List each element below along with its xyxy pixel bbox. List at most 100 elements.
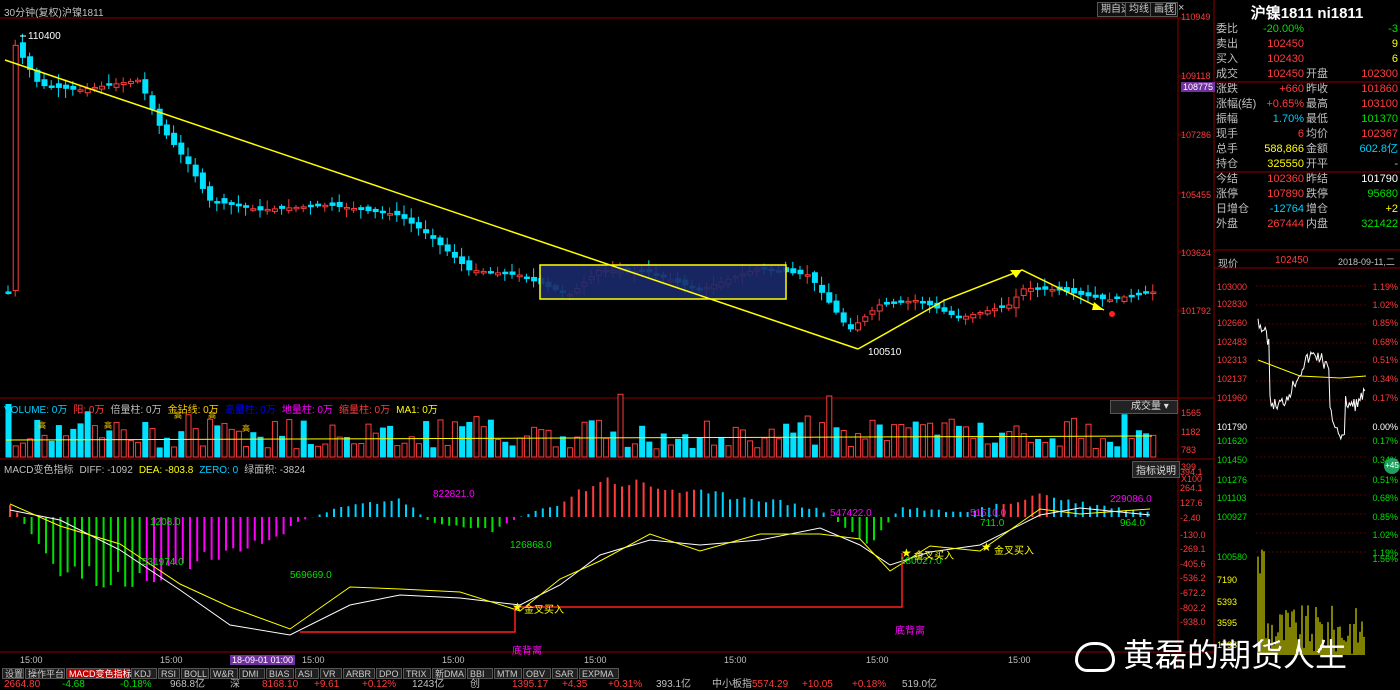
- macd-axis-label: -536.2: [1180, 573, 1206, 583]
- quote-value-2: 102300: [1361, 68, 1398, 80]
- price-axis-label: 101792: [1181, 306, 1212, 316]
- quote-value: 102430: [1267, 53, 1304, 65]
- tab-16[interactable]: MTM: [494, 668, 522, 679]
- tab-8[interactable]: BIAS: [266, 668, 294, 679]
- status-item: +0.12%: [362, 679, 397, 690]
- price-now-value: 102450: [1275, 255, 1309, 266]
- quote-row: 涨跌 +660 昨收 101860: [1216, 82, 1400, 97]
- status-item: 2664.80: [4, 679, 41, 690]
- quote-row: 振幅 1.70% 最低 101370: [1216, 112, 1400, 127]
- ma-button[interactable]: 均线: [1125, 2, 1153, 17]
- volume-bar: [991, 442, 998, 458]
- candle-body: [127, 80, 134, 85]
- quote-label-2: 增仓: [1306, 203, 1328, 215]
- mini-axis-left: 7190: [1217, 575, 1238, 585]
- quote-value-2: 95680: [1367, 188, 1398, 200]
- tab-18[interactable]: SAR: [552, 668, 578, 679]
- volume-bar: [1092, 448, 1099, 458]
- candle-body: [279, 205, 286, 209]
- mini-axis-right: 0.51%: [1372, 475, 1398, 485]
- tab-17[interactable]: OBV: [523, 668, 551, 679]
- candle-body: [1078, 290, 1085, 295]
- quote-label-2: 昨收: [1306, 83, 1328, 95]
- candle-body: [243, 205, 250, 208]
- mini-axis-left: 102483: [1217, 337, 1248, 347]
- indicator-help-button[interactable]: 指标说明: [1132, 461, 1180, 478]
- macd-panel-title: MACD变色指标 DIFF: -1092 DEA: -803.8 ZERO: 0 绿面积…: [4, 461, 311, 476]
- mini-axis-right: 0.17%: [1372, 436, 1398, 446]
- volume-dropdown[interactable]: 成交量 ▾: [1110, 400, 1178, 414]
- tab-1[interactable]: 操作平台: [25, 668, 65, 679]
- candle-body: [444, 244, 451, 252]
- volume-bar: [48, 440, 55, 458]
- tab-2[interactable]: MACD变色指标: [66, 668, 132, 679]
- tab-14[interactable]: 新DMA: [432, 668, 466, 679]
- volume-bar: [1013, 425, 1020, 458]
- tab-3[interactable]: KDJ: [131, 668, 157, 679]
- tab-6[interactable]: W&R: [210, 668, 238, 679]
- volume-bar: [84, 411, 91, 458]
- tab-9[interactable]: ASI: [295, 668, 319, 679]
- time-axis-label: 15:00: [866, 655, 889, 665]
- status-item: +10.05: [802, 679, 833, 690]
- volume-bar: [286, 419, 293, 458]
- floating-badge[interactable]: +45: [1384, 458, 1400, 474]
- macd-legend-item: MACD变色指标: [4, 465, 74, 476]
- high-price-label: 110400: [28, 31, 61, 42]
- tab-12[interactable]: DPO: [376, 668, 402, 679]
- tab-0[interactable]: 设置: [2, 668, 24, 679]
- quote-value: 1.70%: [1272, 113, 1304, 125]
- quote-row: 买入 102430 6: [1216, 52, 1400, 67]
- macd-annotation: 1208.0: [150, 517, 181, 528]
- volume-panel-title: VOLUME: 0万 阳: 0万 倍量柱: 0万 金钻线: 0万 高量柱: 0万 地量柱:…: [4, 401, 444, 416]
- tab-4[interactable]: RSI: [158, 668, 180, 679]
- macd-annotation: 822821.0: [433, 489, 475, 500]
- quote-value: +0.65%: [1266, 98, 1304, 110]
- tab-5[interactable]: BOLL: [181, 668, 209, 679]
- tab-19[interactable]: EXPMA: [579, 668, 619, 679]
- volume-bar: [811, 444, 818, 458]
- volume-bar: [387, 425, 394, 458]
- candle-body: [77, 89, 84, 92]
- volume-bar: [77, 423, 84, 458]
- volume-bar: [70, 428, 77, 458]
- volume-bar: [977, 422, 984, 458]
- macd-axis-label: -672.2: [1180, 588, 1206, 598]
- volume-bar: [617, 393, 624, 458]
- mini-axis-right: 0.51%: [1372, 355, 1398, 365]
- volume-bar: [358, 443, 365, 458]
- macd-axis-label: -269.1: [1180, 544, 1206, 554]
- candle-body: [898, 300, 905, 303]
- volume-bar: [423, 421, 430, 458]
- candle-body: [963, 315, 970, 320]
- tab-13[interactable]: TRIX: [403, 668, 431, 679]
- volume-bar: [430, 447, 437, 458]
- tab-7[interactable]: DMI: [239, 668, 265, 679]
- signal-dot: [1109, 311, 1115, 317]
- volume-high-marker: 高: [208, 411, 216, 420]
- quote-value: 588,866: [1264, 143, 1304, 155]
- candle-body: [307, 204, 314, 208]
- macd-annotation: 229086.0: [1110, 494, 1152, 505]
- volume-bar: [401, 442, 408, 458]
- mini-axis-left: 100927: [1217, 512, 1248, 522]
- candle-body: [948, 310, 955, 315]
- volume-bar: [552, 446, 559, 458]
- tab-15[interactable]: BBI: [467, 668, 493, 679]
- quote-label: 成交: [1216, 68, 1238, 80]
- tab-11[interactable]: ARBR: [343, 668, 375, 679]
- candle-body: [999, 305, 1006, 308]
- quote-label: 买入: [1216, 53, 1238, 65]
- quote-value: 6: [1297, 128, 1304, 140]
- quote-label: 委比: [1216, 23, 1238, 35]
- volume-legend-item: 缩量柱: 0万: [338, 405, 391, 416]
- quote-label: 涨跌: [1216, 83, 1238, 95]
- volume-bar: [588, 420, 595, 458]
- volume-bar: [538, 429, 545, 458]
- settings-icon[interactable]: [1166, 3, 1176, 15]
- tab-10[interactable]: VR: [320, 668, 342, 679]
- candle-body: [905, 300, 912, 304]
- volume-bar: [127, 440, 134, 458]
- candle-body: [264, 208, 271, 212]
- consolidation-box: [539, 264, 787, 300]
